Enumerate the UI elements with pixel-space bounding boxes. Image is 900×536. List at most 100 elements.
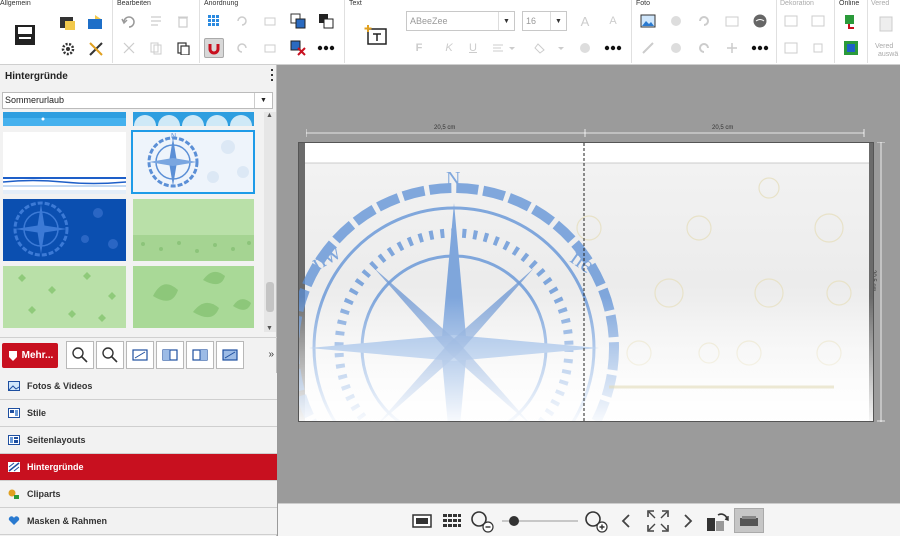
background-thumbnail-green-pattern[interactable]	[133, 199, 254, 261]
zoom-slider[interactable]	[500, 508, 580, 533]
photo-flip-button[interactable]	[694, 38, 714, 58]
background-thumbnail-navy-compass[interactable]	[3, 199, 126, 261]
next-page-button[interactable]	[680, 508, 696, 533]
sidebar-item-seitenlayouts[interactable]: Seitenlayouts	[0, 427, 277, 454]
cut-button[interactable]	[119, 38, 139, 58]
group-dekoration: Dekoration	[777, 0, 835, 63]
decoration-edit-button[interactable]	[808, 11, 828, 31]
share-folder-icon	[88, 15, 102, 29]
add-text-button[interactable]	[359, 18, 393, 52]
apply-background-right-button[interactable]	[186, 341, 214, 369]
text-color-button[interactable]	[531, 38, 567, 58]
swap-pages-button[interactable]	[704, 508, 732, 533]
open-project-button[interactable]	[58, 12, 78, 32]
bring-to-front-button[interactable]	[316, 11, 336, 31]
photo-replace-button[interactable]	[666, 11, 686, 31]
bring-forward-button[interactable]	[288, 11, 308, 31]
apply-background-stretch-button[interactable]	[216, 341, 244, 369]
bold-button[interactable]: F	[409, 38, 429, 58]
decoration-crop-button[interactable]	[808, 38, 828, 58]
zoom-out-button[interactable]	[468, 508, 496, 533]
italic-icon: K	[445, 42, 453, 54]
redo-list-button[interactable]	[146, 11, 166, 31]
settings-button[interactable]	[58, 39, 78, 59]
more-tools-chevron[interactable]: »	[268, 349, 274, 360]
anordnung-more-button[interactable]	[316, 38, 336, 58]
more-backgrounds-button[interactable]: Mehr...	[2, 343, 58, 368]
search-own-backgrounds-button[interactable]	[96, 341, 124, 369]
zoom-in-button[interactable]	[582, 508, 610, 533]
send-backward-button[interactable]	[260, 38, 280, 58]
apply-background-full-button[interactable]	[126, 341, 154, 369]
decoration-frame-button[interactable]	[781, 38, 801, 58]
copy-button[interactable]	[146, 38, 166, 58]
scrollbar-thumb[interactable]	[266, 282, 274, 312]
photo-adjust-button[interactable]	[722, 38, 742, 58]
category-select[interactable]: Sommerurlaub ▼	[2, 92, 273, 109]
font-shrink-button[interactable]: A	[603, 11, 623, 31]
italic-button[interactable]: K	[439, 38, 459, 58]
background-thumbnail-scallop[interactable]	[133, 112, 256, 137]
online-gallery-button[interactable]	[841, 38, 861, 58]
replace-icon	[671, 16, 681, 26]
search-backgrounds-button[interactable]	[66, 341, 94, 369]
adjust-icon	[727, 43, 737, 53]
sidebar-item-masken-rahmen[interactable]: Masken & Rahmen	[0, 508, 277, 535]
photo-effects-button[interactable]	[666, 38, 686, 58]
underline-button[interactable]: U	[463, 38, 483, 58]
online-print-button[interactable]	[841, 11, 861, 31]
background-thumbnail-white-stripes[interactable]	[2, 132, 127, 194]
font-size-select[interactable]: 16 ▼	[522, 11, 567, 31]
sidebar-item-hintergruende[interactable]: Hintergründe	[0, 454, 277, 481]
fit-to-screen-button[interactable]	[644, 508, 672, 533]
background-thumbnail-compass[interactable]: N	[131, 130, 255, 194]
rotate-photo-icon	[699, 16, 709, 26]
delete-button[interactable]	[173, 11, 193, 31]
sidebar-item-cliparts[interactable]: Cliparts	[0, 481, 277, 508]
text-align-button[interactable]	[489, 38, 519, 58]
photo-filter-button[interactable]	[750, 11, 770, 31]
decoration-add-button[interactable]	[781, 11, 801, 31]
rotate-button[interactable]	[232, 11, 252, 31]
text-more-button[interactable]	[603, 38, 623, 58]
album-page-spread[interactable]: N nw ne	[298, 142, 874, 422]
save-button[interactable]	[8, 18, 42, 52]
photo-rotate-button[interactable]	[694, 11, 714, 31]
editor-canvas[interactable]: 20,5 cm 20,5 cm 20,5 cm	[278, 65, 900, 503]
group-label-bearbeiten: Bearbeiten	[117, 0, 151, 7]
photo-crop-button[interactable]	[638, 38, 658, 58]
background-thumbnail-green-leaves-small[interactable]	[3, 266, 126, 328]
single-page-view-button[interactable]	[410, 508, 434, 533]
undo-button[interactable]	[119, 11, 139, 31]
tools-button[interactable]	[86, 39, 106, 59]
photo-frame-button[interactable]	[722, 11, 742, 31]
panel-options-icon[interactable]	[271, 69, 274, 81]
scroll-up-icon[interactable]: ▲	[266, 112, 273, 119]
page-background-compass: N nw ne	[299, 143, 873, 421]
veredelung-button[interactable]	[876, 14, 896, 34]
gallery-scrollbar[interactable]: ▲ ▼	[264, 112, 276, 332]
overview-grid-button[interactable]	[440, 508, 464, 533]
group-label-online: Online	[839, 0, 860, 7]
photo-more-button[interactable]	[750, 38, 770, 58]
background-thumbnail-blue-wave[interactable]	[3, 112, 126, 126]
share-button[interactable]	[86, 12, 106, 32]
background-thumbnail-green-leaves-large[interactable]	[133, 266, 254, 328]
scroll-down-icon[interactable]: ▼	[266, 325, 273, 332]
magnet-button[interactable]	[204, 38, 224, 58]
text-effects-button[interactable]	[575, 38, 595, 58]
remove-from-layout-button[interactable]	[288, 38, 308, 58]
preview-mode-button[interactable]	[734, 508, 764, 533]
previous-page-button[interactable]	[618, 508, 634, 533]
align-button[interactable]	[260, 11, 280, 31]
photo-edit-button[interactable]	[638, 11, 658, 31]
sidebar-item-stile[interactable]: Stile	[0, 400, 277, 427]
sidebar-item-fotos-videos[interactable]: Fotos & Videos	[0, 373, 277, 400]
font-family-select[interactable]: ABeeZee ▼	[406, 11, 515, 31]
paste-button[interactable]	[173, 38, 193, 58]
apply-background-left-button[interactable]	[156, 341, 184, 369]
rotate-right-button[interactable]	[232, 38, 252, 58]
grid-button[interactable]	[204, 11, 224, 31]
font-grow-button[interactable]: A	[575, 11, 595, 31]
color-fill-icon	[534, 43, 564, 54]
